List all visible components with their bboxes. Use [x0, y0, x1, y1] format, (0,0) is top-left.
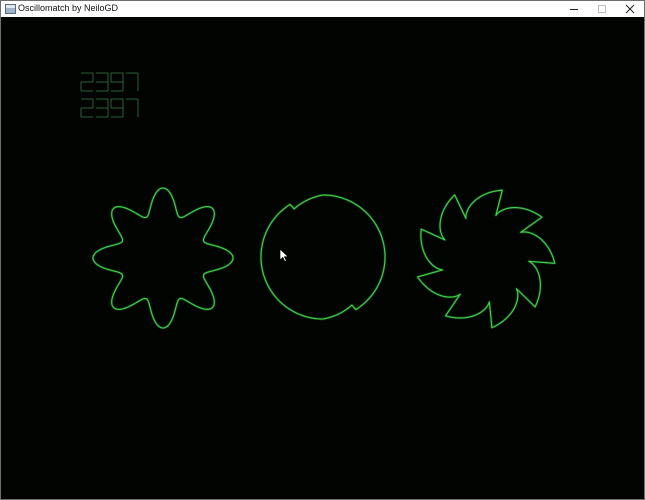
window-title: Oscillomatch by NeiloGD	[18, 3, 119, 13]
flower-shape[interactable]	[91, 186, 235, 330]
score-digit	[96, 72, 109, 92]
title-bar[interactable]: Oscillomatch by NeiloGD	[1, 1, 644, 17]
game-window: Oscillomatch by NeiloGD	[0, 0, 645, 500]
minimize-icon	[570, 9, 578, 10]
notched-circle-shape[interactable]	[259, 193, 387, 321]
high-score-display	[80, 98, 139, 118]
maximize-icon	[598, 5, 606, 13]
score-digit	[126, 72, 139, 91]
app-window-icon	[5, 4, 16, 14]
game-canvas[interactable]	[1, 17, 644, 499]
sawblade-shape[interactable]	[416, 188, 557, 329]
score-digit	[110, 98, 124, 118]
close-icon	[625, 4, 635, 14]
score-digit	[96, 98, 109, 118]
score-digit	[110, 72, 124, 92]
minimize-button[interactable]	[559, 1, 589, 17]
close-button[interactable]	[615, 1, 645, 17]
maximize-button[interactable]	[587, 1, 617, 17]
score-digit	[80, 98, 94, 118]
score-display	[80, 72, 139, 92]
score-digit	[126, 98, 139, 117]
score-digit	[80, 72, 94, 92]
mouse-pointer-icon	[279, 248, 289, 263]
